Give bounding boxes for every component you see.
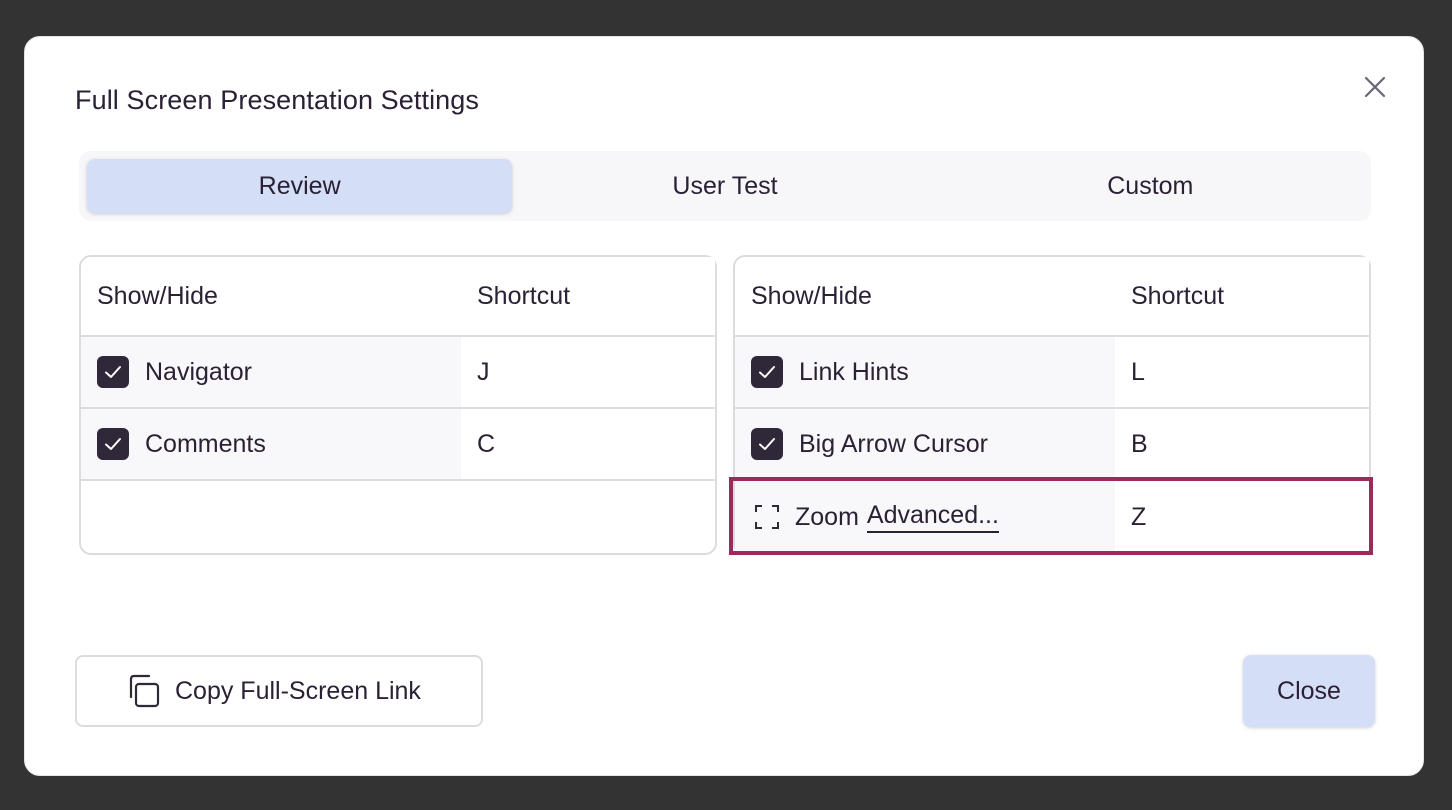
comments-shortcut: C [477,429,496,458]
tab-user-test[interactable]: User Test [512,159,937,213]
copy-icon [129,674,160,708]
preset-tabs: Review User Test Custom [79,151,1371,221]
dialog-title: Full Screen Presentation Settings [75,85,480,115]
link-hints-shortcut: L [1131,357,1145,386]
close-button[interactable]: Close [1243,655,1375,727]
table-row: Link Hints L [735,337,1369,409]
zoom-shortcut: Z [1131,502,1147,531]
copy-full-screen-link-button[interactable]: Copy Full-Screen Link [75,655,483,727]
zoom-frame-icon [755,505,779,529]
left-settings-table: Show/Hide Shortcut Navigator J Comments … [79,255,717,555]
table-row: Big Arrow Cursor B [735,409,1369,481]
big-arrow-cursor-label: Big Arrow Cursor [799,429,988,458]
table-header: Show/Hide Shortcut [735,257,1369,337]
tab-custom[interactable]: Custom [938,159,1363,213]
navigator-shortcut: J [477,357,490,386]
table-row: Zoom Advanced... Z [735,481,1369,553]
checkmark-icon [105,438,121,450]
zoom-label: Zoom [795,502,859,531]
right-settings-table: Show/Hide Shortcut Link Hints L Big Arro… [733,255,1371,555]
copy-link-label: Copy Full-Screen Link [175,676,421,705]
navigator-checkbox[interactable] [97,356,129,388]
navigator-label: Navigator [145,357,252,386]
checkmark-icon [105,366,121,378]
shortcut-header: Shortcut [1131,281,1225,310]
link-hints-checkbox[interactable] [751,356,783,388]
show-hide-header: Show/Hide [751,281,872,310]
link-hints-label: Link Hints [799,357,909,386]
close-icon[interactable] [1361,73,1389,101]
checkmark-icon [759,438,775,450]
tab-review[interactable]: Review [87,159,513,213]
checkmark-icon [759,366,775,378]
table-header: Show/Hide Shortcut [81,257,715,337]
presentation-settings-dialog: Full Screen Presentation Settings Review… [24,36,1424,776]
shortcut-header: Shortcut [477,281,571,310]
comments-checkbox[interactable] [97,428,129,460]
table-row: Navigator J [81,337,715,409]
zoom-advanced-link[interactable]: Advanced... [866,501,999,533]
big-arrow-cursor-checkbox[interactable] [751,428,783,460]
table-row: Comments C [81,409,715,481]
show-hide-header: Show/Hide [97,281,218,310]
zoom-checkbox[interactable] [751,501,783,533]
big-arrow-cursor-shortcut: B [1131,429,1148,458]
comments-label: Comments [145,429,266,458]
